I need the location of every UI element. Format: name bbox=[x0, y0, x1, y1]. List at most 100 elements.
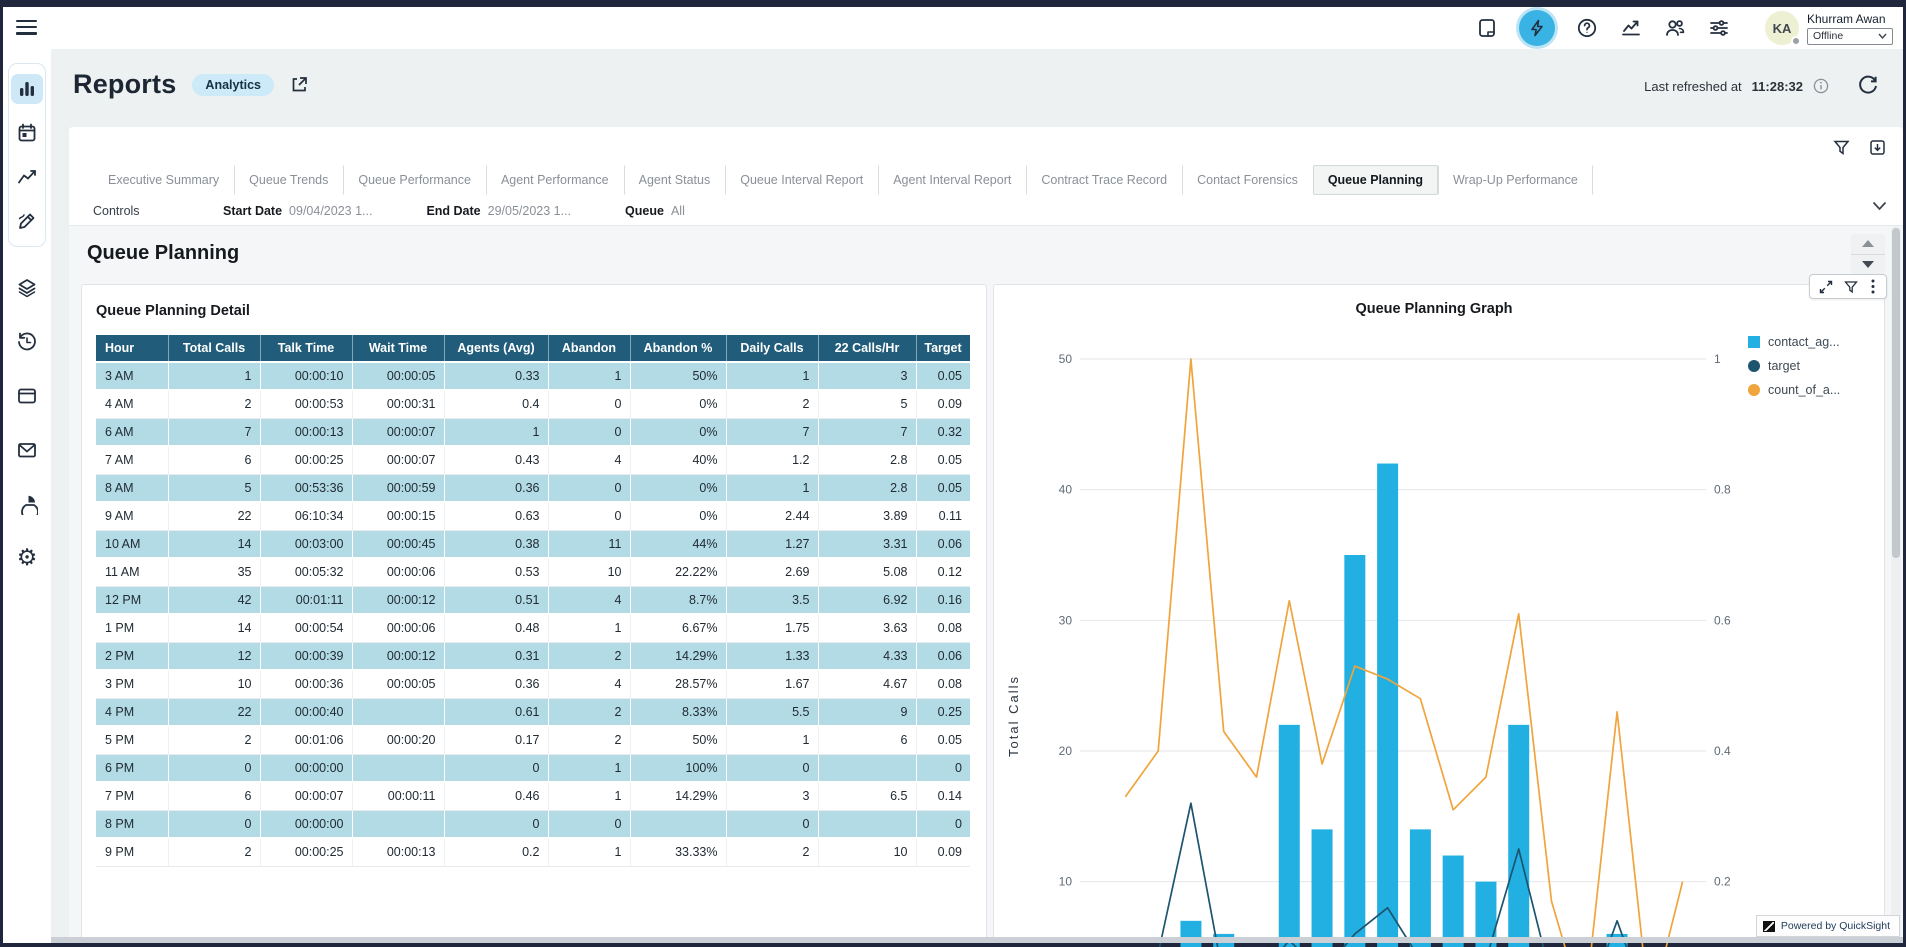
column-header[interactable]: 22 Calls/Hr bbox=[818, 335, 916, 362]
column-header[interactable]: Abandon % bbox=[630, 335, 726, 362]
bar-2pm[interactable] bbox=[1443, 856, 1464, 947]
value-cell: 22 bbox=[168, 502, 260, 530]
hour-cell: 10 AM bbox=[96, 530, 168, 558]
value-cell: 2 bbox=[168, 726, 260, 754]
contacts-icon[interactable] bbox=[1663, 16, 1687, 40]
hour-cell: 4 AM bbox=[96, 390, 168, 418]
controls-collapse-chevron-icon[interactable] bbox=[1872, 201, 1887, 211]
bar-12pm[interactable] bbox=[1377, 464, 1398, 947]
queue-planning-detail-panel: Queue Planning Detail HourTotal CallsTal… bbox=[81, 284, 987, 943]
sidebar-item-history[interactable] bbox=[3, 315, 51, 369]
tab-agent-status[interactable]: Agent Status bbox=[624, 165, 726, 195]
sidebar-item-layers[interactable] bbox=[3, 261, 51, 315]
column-header[interactable]: Wait Time bbox=[352, 335, 444, 362]
info-icon[interactable] bbox=[1813, 78, 1829, 94]
quick-connect-icon[interactable] bbox=[1519, 10, 1555, 46]
metrics-icon[interactable] bbox=[1619, 16, 1643, 40]
table-row[interactable]: 11 AM3500:05:3200:00:060.531022.22%2.695… bbox=[96, 558, 970, 586]
table-row[interactable]: 4 AM200:00:5300:00:310.400%250.09 bbox=[96, 390, 970, 418]
column-header[interactable]: Total Calls bbox=[168, 335, 260, 362]
value-cell: 1 bbox=[548, 614, 630, 642]
scrollbar-thumb[interactable] bbox=[1892, 228, 1900, 558]
table-row[interactable]: 7 PM600:00:0700:00:110.46114.29%36.50.14 bbox=[96, 782, 970, 810]
spinner-down-button[interactable] bbox=[1851, 255, 1885, 275]
table-row[interactable]: 5 PM200:01:0600:00:200.17250%160.05 bbox=[96, 726, 970, 754]
horizontal-scrollbar[interactable] bbox=[51, 937, 1903, 943]
spinner-up-button[interactable] bbox=[1851, 234, 1885, 255]
sidebar-item-browser[interactable] bbox=[3, 369, 51, 423]
kebab-menu-icon[interactable] bbox=[1868, 279, 1878, 294]
column-header[interactable]: Talk Time bbox=[260, 335, 352, 362]
menu-icon[interactable] bbox=[16, 20, 37, 35]
sidebar-item-trends[interactable] bbox=[9, 155, 45, 199]
value-cell: 00:00:59 bbox=[352, 474, 444, 502]
sidebar-item-schedule[interactable] bbox=[9, 111, 45, 155]
column-header[interactable]: Target bbox=[916, 335, 970, 362]
bar-6am[interactable] bbox=[1180, 921, 1201, 947]
sidebar-item-pie-reports[interactable] bbox=[3, 477, 51, 531]
line-series-count-of-a-[interactable] bbox=[1125, 359, 1682, 947]
value-cell: 1 bbox=[444, 418, 548, 446]
table-row[interactable]: 7 AM600:00:2500:00:070.43440%1.22.80.05 bbox=[96, 446, 970, 474]
column-header[interactable]: Hour bbox=[96, 335, 168, 362]
table-row[interactable]: 1 PM1400:00:5400:00:060.4816.67%1.753.63… bbox=[96, 614, 970, 642]
value-cell bbox=[352, 698, 444, 726]
table-row[interactable]: 2 PM1200:00:3900:00:120.31214.29%1.334.3… bbox=[96, 642, 970, 670]
bar-1pm[interactable] bbox=[1410, 829, 1431, 947]
preferences-icon[interactable] bbox=[1707, 16, 1731, 40]
refresh-icon[interactable] bbox=[1857, 75, 1879, 97]
sidebar-item-mail[interactable] bbox=[3, 423, 51, 477]
control-end-date[interactable]: End Date29/05/2023 1... bbox=[426, 204, 571, 218]
bar-11am[interactable] bbox=[1344, 555, 1365, 947]
filter-icon[interactable] bbox=[1831, 137, 1851, 157]
bar-9am[interactable] bbox=[1279, 725, 1300, 947]
control-queue[interactable]: QueueAll bbox=[625, 204, 685, 218]
sidebar-item-reports[interactable] bbox=[9, 67, 45, 111]
vertical-scrollbar[interactable] bbox=[1891, 226, 1901, 943]
tab-contact-forensics[interactable]: Contact Forensics bbox=[1182, 165, 1313, 195]
value-cell: 6.92 bbox=[818, 586, 916, 614]
sidebar-item-design[interactable] bbox=[9, 199, 45, 243]
column-header[interactable]: Agents (Avg) bbox=[444, 335, 548, 362]
value-cell bbox=[352, 810, 444, 838]
sidebar-item-settings[interactable]: ⚙ bbox=[3, 531, 51, 585]
control-start-date[interactable]: Start Date09/04/2023 1... bbox=[223, 204, 372, 218]
bar-10am[interactable] bbox=[1312, 829, 1333, 947]
table-row[interactable]: 6 AM700:00:1300:00:07100%770.32 bbox=[96, 418, 970, 446]
tab-wrap-up-performance[interactable]: Wrap-Up Performance bbox=[1438, 165, 1593, 195]
tab-queue-planning[interactable]: Queue Planning bbox=[1313, 165, 1438, 195]
table-row[interactable]: 9 AM2206:10:3400:00:150.6300%2.443.890.1… bbox=[96, 502, 970, 530]
table-row[interactable]: 12 PM4200:01:1100:00:120.5148.7%3.56.920… bbox=[96, 586, 970, 614]
avatar[interactable]: KA bbox=[1765, 11, 1799, 45]
table-row[interactable]: 3 PM1000:00:3600:00:050.36428.57%1.674.6… bbox=[96, 670, 970, 698]
table-row[interactable]: 3 AM100:00:1000:00:050.33150%130.05 bbox=[96, 362, 970, 390]
export-icon[interactable] bbox=[1867, 137, 1887, 157]
table-row[interactable]: 9 PM200:00:2500:00:130.2133.33%2100.09 bbox=[96, 838, 970, 866]
value-cell: 0.14 bbox=[916, 782, 970, 810]
expand-icon[interactable] bbox=[1818, 279, 1833, 294]
chart-filter-icon[interactable] bbox=[1843, 279, 1858, 294]
bar-4pm[interactable] bbox=[1508, 725, 1529, 947]
table-row[interactable]: 8 PM000:00:000000 bbox=[96, 810, 970, 838]
column-header[interactable]: Daily Calls bbox=[726, 335, 818, 362]
table-row[interactable]: 10 AM1400:03:0000:00:450.381144%1.273.31… bbox=[96, 530, 970, 558]
notes-icon[interactable] bbox=[1475, 16, 1499, 40]
table-row[interactable]: 4 PM2200:00:400.6128.33%5.590.25 bbox=[96, 698, 970, 726]
tab-agent-interval-report[interactable]: Agent Interval Report bbox=[878, 165, 1026, 195]
table-title: Queue Planning Detail bbox=[96, 303, 986, 319]
tab-queue-trends[interactable]: Queue Trends bbox=[234, 165, 343, 195]
column-header[interactable]: Abandon bbox=[548, 335, 630, 362]
value-cell: 0 bbox=[548, 390, 630, 418]
tab-contract-trace-record[interactable]: Contract Trace Record bbox=[1026, 165, 1182, 195]
tab-agent-performance[interactable]: Agent Performance bbox=[486, 165, 624, 195]
table-row[interactable]: 8 AM500:53:3600:00:590.3600%12.80.05 bbox=[96, 474, 970, 502]
external-link-icon[interactable] bbox=[290, 75, 309, 94]
combo-chart[interactable]: 501400.8300.6200.4100.2 bbox=[994, 285, 1886, 947]
value-cell: 4.33 bbox=[818, 642, 916, 670]
tab-executive-summary[interactable]: Executive Summary bbox=[93, 165, 234, 195]
help-icon[interactable] bbox=[1575, 16, 1599, 40]
status-select[interactable]: Offline bbox=[1807, 28, 1893, 45]
table-row[interactable]: 6 PM000:00:0001100%00 bbox=[96, 754, 970, 782]
tab-queue-performance[interactable]: Queue Performance bbox=[343, 165, 486, 195]
tab-queue-interval-report[interactable]: Queue Interval Report bbox=[725, 165, 878, 195]
